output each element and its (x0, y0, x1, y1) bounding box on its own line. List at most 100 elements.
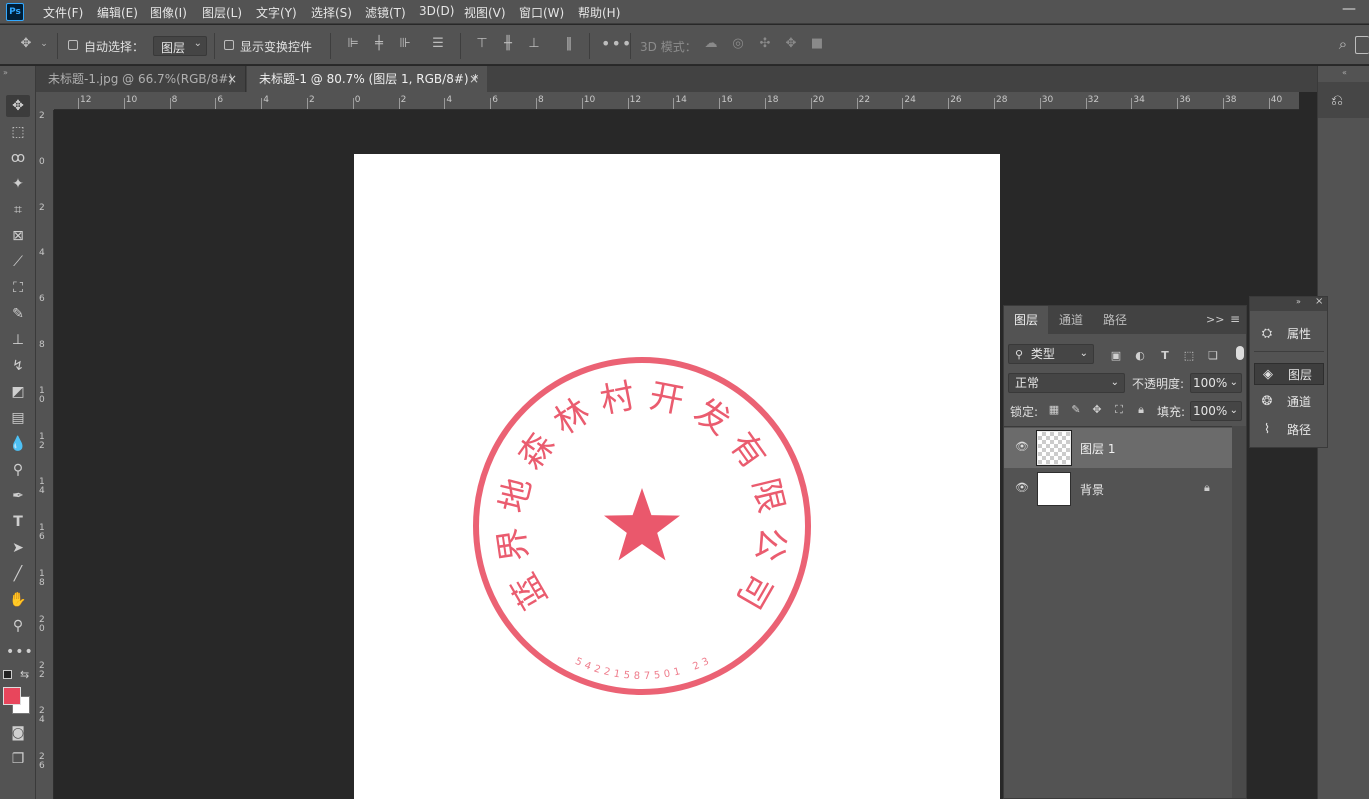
close-icon[interactable]: × (469, 66, 479, 92)
visibility-eye-icon[interactable]: 👁︎ (1014, 481, 1030, 497)
menu-layer[interactable]: 图层(L) (202, 4, 242, 21)
layer-row[interactable]: 👁︎ 背景 🔒︎ (1004, 469, 1232, 509)
dodge-tool-icon[interactable]: ⚲ (6, 459, 30, 481)
foreground-color-swatch[interactable] (3, 687, 21, 705)
zoom-tool-icon[interactable]: ⚲ (6, 615, 30, 637)
eraser-tool-icon[interactable]: ◩ (6, 381, 30, 403)
filter-pixel-icon[interactable]: ▣ (1108, 348, 1124, 364)
filter-shape-icon[interactable]: ⬚ (1181, 348, 1197, 364)
menu-file[interactable]: 文件(F) (43, 4, 83, 21)
quick-mask-icon[interactable]: ◙ (6, 722, 30, 744)
slide-3d-icon[interactable]: ✥ (783, 36, 799, 52)
filter-smart-object-icon[interactable]: ❏ (1205, 348, 1221, 364)
menu-help[interactable]: 帮助(H) (578, 4, 620, 21)
align-center-horizontal-icon[interactable]: ╪ (371, 36, 387, 52)
mini-item-properties[interactable]: ⛭ 属性 (1254, 323, 1324, 345)
menu-3d[interactable]: 3D(D) (419, 4, 454, 18)
menu-select[interactable]: 选择(S) (311, 4, 352, 21)
hand-tool-icon[interactable]: ✋ (6, 589, 30, 611)
brush-tool-icon[interactable]: ✎ (6, 303, 30, 325)
filter-adjustment-icon[interactable]: ◐ (1132, 348, 1148, 364)
move-tool-icon[interactable]: ✥ (6, 95, 30, 117)
clone-stamp-tool-icon[interactable]: ⊥ (6, 329, 30, 351)
search-icon[interactable]: ⌕ (1335, 36, 1351, 52)
eyedropper-tool-icon[interactable]: ⟋ (6, 251, 30, 273)
opacity-field[interactable]: 100% ⌄ (1190, 373, 1242, 393)
healing-brush-tool-icon[interactable]: ⛶ (6, 277, 30, 299)
document-canvas[interactable]: 蓝界地森林村开发有限公司54221587501 23 (354, 154, 1000, 799)
layers-scrollbar[interactable] (1232, 426, 1246, 798)
mini-item-layers[interactable]: ◈ 图层 (1254, 363, 1324, 385)
default-colors-icon[interactable] (3, 670, 12, 679)
orbit-3d-icon[interactable]: ☁ (703, 36, 719, 52)
lock-transparent-icon[interactable]: ▦ (1046, 402, 1062, 418)
filter-toggle[interactable] (1236, 346, 1244, 360)
more-tools-icon[interactable]: ••• (6, 641, 33, 663)
collapse-chevron-icon[interactable]: » (3, 68, 8, 77)
more-options-icon[interactable]: ••• (601, 36, 631, 52)
marquee-tool-icon[interactable]: ⬚ (6, 121, 30, 143)
show-transform-checkbox[interactable] (224, 40, 234, 50)
align-right-icon[interactable]: ⊪ (397, 36, 413, 52)
panel-menu-icon[interactable]: ≡ (1230, 312, 1240, 326)
magic-wand-tool-icon[interactable]: ✦ (6, 173, 30, 195)
lasso-tool-icon[interactable]: ꝏ (6, 147, 30, 169)
expand-chevron-icon[interactable]: » (1296, 297, 1301, 306)
filter-kind-dropdown[interactable]: ⚲ 类型 ⌄ (1008, 344, 1094, 364)
menu-filter[interactable]: 滤镜(T) (365, 4, 406, 21)
crop-tool-icon[interactable]: ⌗ (6, 199, 30, 221)
tab-layers[interactable]: 图层 (1004, 306, 1049, 334)
menu-view[interactable]: 视图(V) (464, 4, 506, 21)
gradient-tool-icon[interactable]: ▤ (6, 407, 30, 429)
pen-tool-icon[interactable]: ✒ (6, 485, 30, 507)
lock-all-icon[interactable]: 🔒︎ (1133, 402, 1149, 418)
history-panel-button[interactable]: ⎌ (1318, 82, 1369, 118)
pan-3d-icon[interactable]: ✣ (757, 36, 773, 52)
history-brush-tool-icon[interactable]: ↯ (6, 355, 30, 377)
blur-tool-icon[interactable]: 💧 (6, 433, 30, 455)
ruler-tick-label: 28 (996, 95, 1008, 105)
tool-preset-chevron-icon[interactable]: ⌄ (39, 36, 49, 52)
layer-row[interactable]: 👁︎ 图层 1 (1004, 428, 1232, 468)
menu-edit[interactable]: 编辑(E) (97, 4, 138, 21)
tab-untitled-jpg[interactable]: 未标题-1.jpg @ 66.7%(RGB/8#) × (36, 66, 246, 92)
align-left-icon[interactable]: ⊫ (345, 36, 361, 52)
lock-artboard-icon[interactable]: ⛶ (1111, 402, 1127, 418)
close-icon[interactable]: × (1315, 296, 1323, 307)
close-icon[interactable]: × (227, 66, 237, 92)
video-camera-icon[interactable]: ■ (809, 36, 825, 52)
tab-channels[interactable]: 通道 (1049, 306, 1093, 334)
fill-field[interactable]: 100% ⌄ (1190, 401, 1242, 421)
lock-image-icon[interactable]: ✎ (1068, 402, 1084, 418)
mini-item-paths[interactable]: ⌇ 路径 (1254, 419, 1324, 441)
align-middle-vertical-icon[interactable]: ╫ (500, 36, 516, 52)
auto-select-target-dropdown[interactable]: 图层 ⌄ (153, 36, 207, 56)
align-top-icon[interactable]: ⊤ (474, 36, 490, 52)
menu-image[interactable]: 图像(I) (150, 4, 187, 21)
frame-tool-icon[interactable]: ⊠ (6, 225, 30, 247)
line-tool-icon[interactable]: ╱ (6, 563, 30, 585)
expand-chevron-icon[interactable]: >> (1206, 313, 1224, 326)
minimize-button[interactable]: — (1337, 2, 1361, 20)
collapse-chevron-icon[interactable]: « (1342, 68, 1347, 77)
lock-position-icon[interactable]: ✥ (1089, 402, 1105, 418)
screen-mode-icon[interactable]: ❐ (6, 748, 30, 770)
distribute-horizontal-icon[interactable]: ‖ (561, 36, 577, 52)
tab-untitled-active[interactable]: 未标题-1 @ 80.7% (图层 1, RGB/8#) * × (247, 66, 487, 92)
blend-mode-dropdown[interactable]: 正常 ⌄ (1008, 373, 1125, 393)
auto-select-checkbox[interactable] (68, 40, 78, 50)
menu-window[interactable]: 窗口(W) (519, 4, 564, 21)
visibility-eye-icon[interactable]: 👁︎ (1014, 440, 1030, 456)
align-bottom-icon[interactable]: ⊥ (526, 36, 542, 52)
type-tool-icon[interactable]: T (6, 511, 30, 533)
mini-item-channels[interactable]: ❂ 通道 (1254, 391, 1324, 413)
path-selection-tool-icon[interactable]: ➤ (6, 537, 30, 559)
filter-type-icon[interactable]: T (1157, 348, 1173, 364)
menu-type[interactable]: 文字(Y) (256, 4, 297, 21)
roll-3d-icon[interactable]: ◎ (730, 36, 746, 52)
swap-colors-icon[interactable]: ⇆ (20, 668, 29, 681)
move-tool-icon[interactable]: ✥ (18, 36, 34, 52)
workspace-icon[interactable] (1355, 36, 1369, 54)
distribute-vertical-icon[interactable]: ☰ (430, 36, 446, 52)
tab-paths[interactable]: 路径 (1093, 306, 1137, 334)
